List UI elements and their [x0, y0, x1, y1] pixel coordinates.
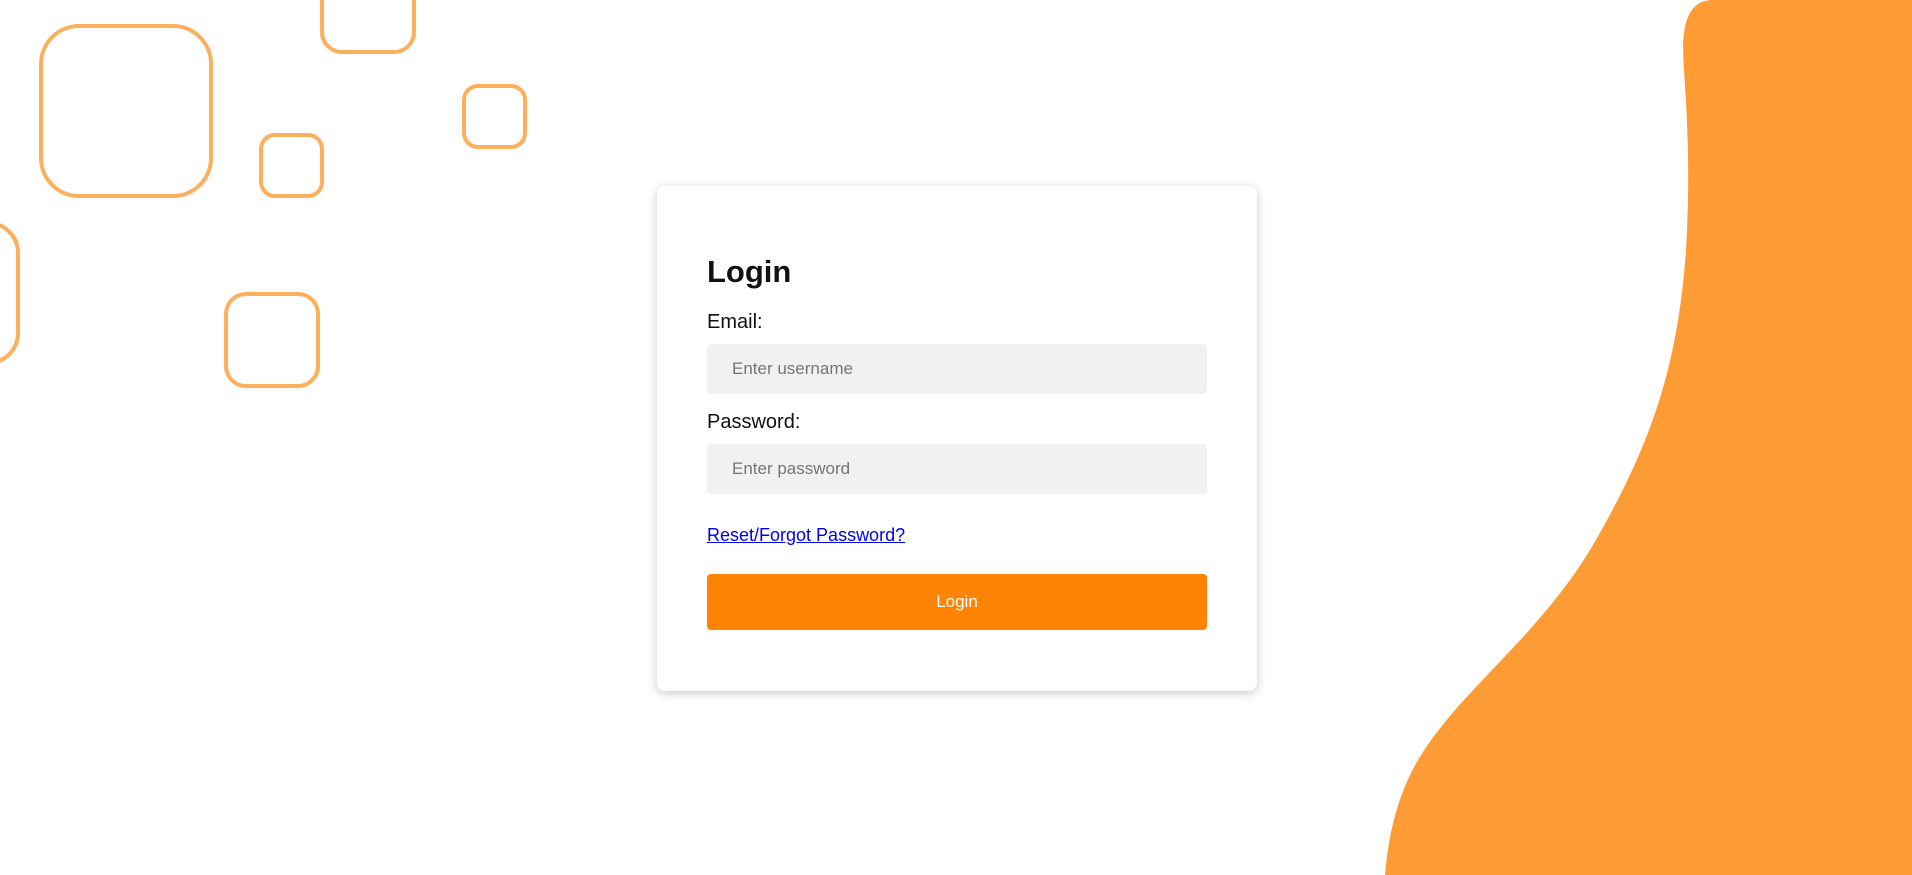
email-label: Email:: [707, 311, 763, 333]
password-label: Password:: [707, 411, 801, 433]
login-card: Login Email: Password: Reset/Forgot Pass…: [657, 186, 1257, 691]
password-field[interactable]: [707, 444, 1207, 494]
email-field[interactable]: [707, 344, 1207, 394]
decorative-square-edge: [0, 223, 20, 363]
decorative-square-top: [320, 0, 416, 54]
orange-blob-shape: [1385, 0, 1912, 875]
login-button[interactable]: Login: [707, 574, 1207, 630]
decorative-square-small-middle: [259, 133, 324, 198]
reset-password-link[interactable]: Reset/Forgot Password?: [707, 525, 905, 545]
decorative-square-medium: [224, 292, 320, 388]
decorative-square-large: [39, 24, 213, 198]
login-page: Login Email: Password: Reset/Forgot Pass…: [0, 0, 1912, 875]
decorative-square-small-right: [462, 84, 527, 149]
login-title: Login: [707, 254, 792, 289]
